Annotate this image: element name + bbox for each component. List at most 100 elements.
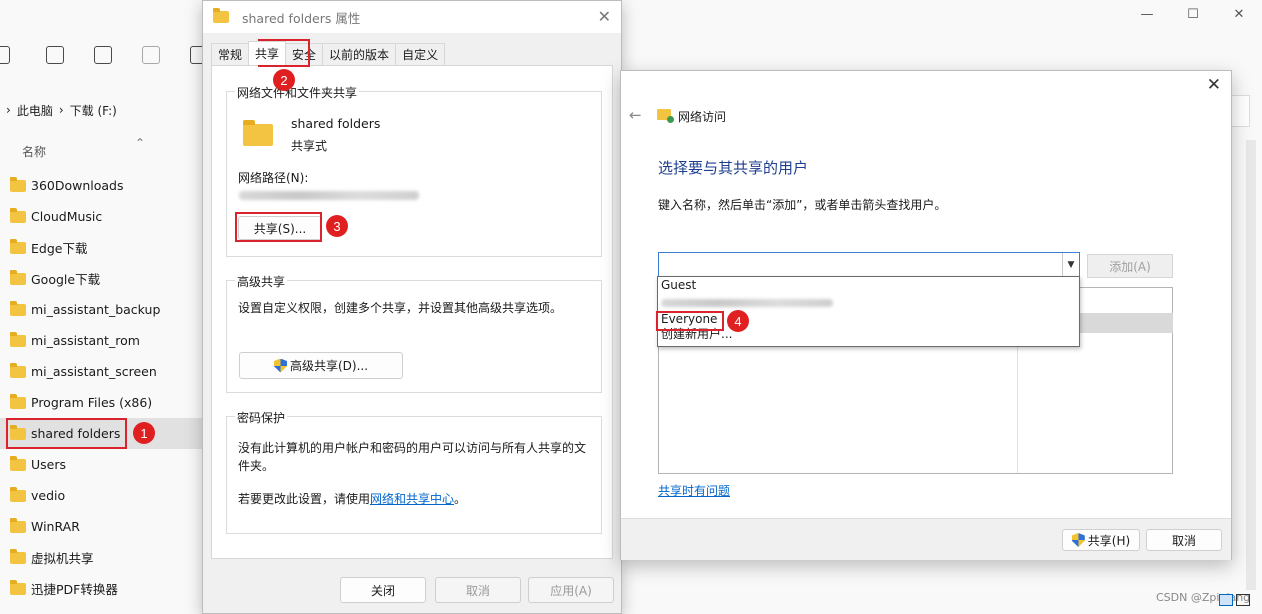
cut-icon[interactable]: [0, 46, 10, 64]
dropdown-item-guest[interactable]: Guest: [658, 277, 1079, 294]
tab-previous-versions[interactable]: 以前的版本: [322, 43, 397, 65]
annotation-box-shared-folders: [6, 418, 127, 449]
annotation-badge-3: 3: [326, 215, 348, 237]
folder-icon: [10, 331, 26, 347]
group-title: 网络文件和文件夹共享: [235, 84, 360, 101]
folder-name: Edge下载: [31, 241, 88, 256]
folder-icon: [243, 120, 273, 146]
folder-name: 360Downloads: [31, 178, 124, 193]
scrollbar[interactable]: [1246, 140, 1256, 590]
list-item[interactable]: mi_assistant_rom: [0, 325, 210, 356]
folder-name: Users: [31, 457, 67, 472]
list-item[interactable]: 虚拟机共享: [0, 542, 210, 573]
explorer-toolbar: [0, 40, 210, 74]
password-change-text: 若要更改此设置，请使用网络和共享中心。: [238, 490, 466, 507]
sort-up-icon: ⌃: [135, 136, 146, 150]
wizard-instruction: 键入名称，然后单击“添加”，或者单击箭头查找用户。: [658, 198, 947, 212]
share-button-label: 共享(H): [1087, 533, 1131, 548]
minimize-icon[interactable]: —: [1124, 0, 1170, 28]
network-path-value: [239, 191, 419, 200]
list-item[interactable]: Users: [0, 449, 210, 480]
maximize-icon[interactable]: ☐: [1170, 0, 1216, 28]
copy-icon[interactable]: [46, 46, 64, 64]
wizard-heading: 选择要与其共享的用户: [658, 159, 809, 177]
uac-shield-icon: [1071, 533, 1085, 547]
properties-dialog: shared folders 属性 ✕ 常规 共享 安全 以前的版本 自定义 网…: [202, 0, 622, 614]
tiles-view-icon[interactable]: [1236, 594, 1250, 606]
folder-name: mi_assistant_backup: [31, 302, 161, 317]
chevron-down-icon[interactable]: ▼: [1062, 253, 1079, 276]
folder-name: 虚拟机共享: [31, 551, 94, 566]
tab-sharing[interactable]: 共享: [248, 41, 287, 65]
apply-button[interactable]: 应用(A): [528, 577, 614, 603]
folder-icon: [10, 269, 26, 285]
blurred-account-text: [661, 298, 833, 307]
breadcrumb-drive[interactable]: 下载 (F:): [70, 102, 117, 119]
tab-customize[interactable]: 自定义: [395, 43, 446, 65]
properties-titlebar: shared folders 属性: [203, 1, 621, 33]
share-button[interactable]: 共享(H): [1062, 529, 1140, 551]
network-sharing-center-link[interactable]: 网络和共享中心: [370, 492, 454, 506]
back-arrow-icon[interactable]: ←: [629, 106, 642, 124]
folder-icon: [10, 176, 26, 192]
breadcrumb[interactable]: › 此电脑 › 下载 (F:): [0, 96, 210, 124]
list-item[interactable]: [1079, 313, 1173, 333]
rename-icon[interactable]: [94, 46, 112, 64]
close-icon[interactable]: ✕: [1207, 75, 1221, 95]
cancel-button[interactable]: 取消: [1146, 529, 1222, 551]
file-list: 360Downloads CloudMusic Edge下载 Google下载 mi_a…: [0, 170, 210, 604]
list-item[interactable]: mi_assistant_screen: [0, 356, 210, 387]
folder-icon: [10, 238, 26, 254]
list-item[interactable]: vedio: [0, 480, 210, 511]
details-view-icon[interactable]: [1219, 594, 1233, 606]
list-item[interactable]: CloudMusic: [0, 201, 210, 232]
chevron-right-icon: ›: [58, 103, 64, 117]
close-icon[interactable]: ✕: [1216, 0, 1262, 28]
advanced-sharing-button[interactable]: 高级共享(D)...: [239, 352, 403, 379]
folder-icon: [10, 455, 26, 471]
annotation-badge-2: 2: [273, 69, 295, 91]
folder-icon: [10, 579, 26, 595]
folder-icon: [10, 393, 26, 409]
column-header-name[interactable]: 名称: [22, 143, 46, 160]
folder-name: Program Files (x86): [31, 395, 153, 410]
cancel-button[interactable]: 取消: [435, 577, 521, 603]
folder-name: WinRAR: [31, 519, 80, 534]
breadcrumb-this-pc[interactable]: 此电脑: [17, 102, 53, 119]
list-item[interactable]: 360Downloads: [0, 170, 210, 201]
folder-name: mi_assistant_rom: [31, 333, 140, 348]
list-item[interactable]: Edge下载: [0, 232, 210, 263]
folder-icon: [10, 207, 26, 223]
list-item[interactable]: 迅捷PDF转换器: [0, 573, 210, 604]
folder-name: 迅捷PDF转换器: [31, 582, 118, 597]
folder-icon: [10, 548, 26, 564]
user-name-combobox[interactable]: ▼: [658, 252, 1080, 277]
share-icon[interactable]: [142, 46, 160, 64]
group-title: 高级共享: [235, 273, 288, 290]
close-button[interactable]: 关闭: [340, 577, 426, 603]
password-change-prefix: 若要更改此设置，请使用: [238, 492, 371, 506]
advanced-description: 设置自定义权限，创建多个共享，并设置其他高级共享选项。: [238, 301, 563, 315]
annotation-badge-4: 4: [727, 310, 749, 332]
group-title: 密码保护: [235, 409, 288, 426]
password-protection-group: 密码保护 没有此计算机的用户帐户和密码的用户可以访问与所有人共享的文 件夹。 若…: [226, 409, 602, 534]
folder-name: shared folders: [291, 116, 381, 131]
close-icon[interactable]: ✕: [598, 7, 611, 26]
password-description-line1: 没有此计算机的用户帐户和密码的用户可以访问与所有人共享的文: [238, 441, 587, 455]
search-box-edge[interactable]: [1232, 95, 1250, 127]
sharing-tab-panel: 网络文件和文件夹共享 shared folders 共享式 网络路径(N): 共…: [211, 65, 613, 559]
dialog-title: shared folders 属性: [242, 10, 361, 26]
add-user-button[interactable]: 添加(A): [1087, 254, 1173, 278]
list-item[interactable]: mi_assistant_backup: [0, 294, 210, 325]
tab-general[interactable]: 常规: [211, 43, 250, 65]
advanced-sharing-button-label: 高级共享(D)...: [289, 359, 369, 373]
password-description-line2: 件夹。: [238, 459, 275, 473]
list-item[interactable]: Program Files (x86): [0, 387, 210, 418]
tab-bar: 常规 共享 安全 以前的版本 自定义: [211, 41, 446, 65]
list-item[interactable]: Google下载: [0, 263, 210, 294]
sharing-help-link[interactable]: 共享时有问题: [658, 482, 730, 499]
list-item[interactable]: WinRAR: [0, 511, 210, 542]
folder-icon: [10, 362, 26, 378]
dropdown-item-blurred-account[interactable]: [658, 294, 1079, 311]
wizard-footer: 共享(H) 取消: [621, 518, 1231, 560]
